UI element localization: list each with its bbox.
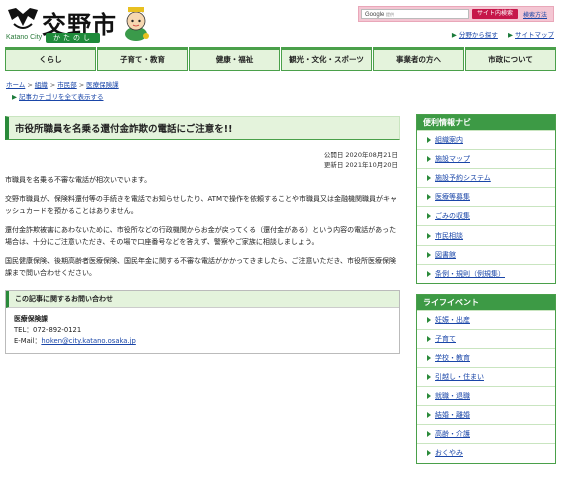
paragraph: 市職員を名乗る不審な電話が相次いでいます。 [5, 176, 152, 184]
sitemap-link[interactable]: サイトマップ [515, 31, 554, 39]
sidebar-item[interactable]: おくやみ [417, 443, 555, 463]
article-dates: 公開日 2020年08月21日 更新日 2021年10月20日 [5, 150, 400, 170]
published-date: 公開日 2020年08月21日 [323, 151, 398, 159]
nav-item-childcare[interactable]: 子育て・教育 [97, 47, 188, 71]
breadcrumb-org[interactable]: 組織 [35, 81, 48, 89]
arrow-icon: ▶ [451, 31, 457, 39]
triangle-bullet-icon [427, 450, 431, 457]
nav-item-health[interactable]: 健康・福祉 [189, 47, 280, 71]
paragraph: 国民健康保険、後期高齢者医療保険、国民年金に関する不審な電話がかかってきましたら… [5, 257, 396, 277]
logo-english: Katano City [6, 34, 43, 41]
nav-item-tourism[interactable]: 観光・文化・スポーツ [281, 47, 372, 71]
article-body: 市職員を名乗る不審な電話が相次いでいます。 交野市職員が、保険料還付等の手続きを… [5, 174, 400, 279]
contact-box: この記事に関するお問い合わせ 医療保険課 TEL：072-892-0121 E-… [5, 290, 400, 354]
triangle-bullet-icon [427, 393, 431, 400]
show-all-categories-link[interactable]: 記事カテゴリを全て表示する [19, 93, 104, 101]
contact-heading: この記事に関するお問い合わせ [6, 291, 399, 308]
life-events: ライフイベント 妊娠・出産 子育て 学校・教育 引越し・住まい 就職・退職 結婚… [416, 293, 556, 464]
breadcrumb-home[interactable]: ホーム [6, 81, 25, 89]
triangle-bullet-icon [427, 270, 431, 277]
sidebar-item[interactable]: 高齢・介護 [417, 424, 555, 444]
contact-email-link[interactable]: hoken@city.katano.osaka.jp [41, 337, 135, 345]
sidebar-item[interactable]: 医療等募集 [417, 187, 555, 207]
city-emblem-icon [8, 8, 38, 29]
triangle-bullet-icon [427, 194, 431, 201]
breadcrumb-dept[interactable]: 市民部 [57, 81, 77, 89]
sidebar-item[interactable]: 引越し・住まい [417, 367, 555, 387]
triangle-bullet-icon [427, 137, 431, 144]
paragraph: 還付金詐欺被害にあわないために、市役所などの行政機関からお金が戻ってくる（還付金… [5, 226, 397, 246]
show-categories: ▶ 記事カテゴリを全て表示する [12, 91, 104, 101]
triangle-bullet-icon [427, 354, 431, 361]
contact-email-label: E-Mail： [14, 337, 42, 345]
search-input[interactable]: Google 提供 [361, 9, 469, 19]
sidebar-item[interactable]: 施設マップ [417, 149, 555, 169]
triangle-bullet-icon [427, 316, 431, 323]
sidebar-item[interactable]: 市民相談 [417, 225, 555, 245]
article: 市役所職員を名乗る還付金詐欺の電話にご注意を!! 公開日 2020年08月21日… [5, 116, 400, 354]
sidebar-item[interactable]: 妊娠・出産 [417, 309, 555, 329]
triangle-bullet-icon [427, 156, 431, 163]
sidebar-item[interactable]: 学校・教育 [417, 347, 555, 368]
convenience-nav-heading: 便利情報ナビ [417, 115, 555, 130]
sidebar-item[interactable]: 施設予約システム [417, 168, 555, 188]
contact-details: 医療保険課 TEL：072-892-0121 E-Mail：hoken@city… [6, 308, 399, 353]
triangle-bullet-icon [427, 374, 431, 381]
browse-by-field-link[interactable]: 分野から探す [459, 31, 498, 39]
sidebar-item[interactable]: 図書館 [417, 244, 555, 264]
triangle-bullet-icon [427, 251, 431, 258]
paragraph: 交野市職員が、保険料還付等の手続きを電話でお知らせしたり、ATMで操作を依頼する… [5, 195, 397, 215]
sidebar-item[interactable]: 子育て [417, 328, 555, 348]
contact-tel: TEL：072-892-0121 [14, 326, 82, 334]
global-nav: くらし 子育て・教育 健康・福祉 観光・文化・スポーツ 事業者の方へ 市政につい… [5, 47, 556, 71]
search-help-link[interactable]: 検索方法 [523, 10, 547, 19]
search-button[interactable]: サイト内検索 [472, 9, 518, 19]
utility-links: ▶ 分野から探す ▶ サイトマップ [444, 29, 554, 39]
triangle-bullet-icon [427, 412, 431, 419]
triangle-bullet-icon [427, 175, 431, 182]
breadcrumb-section[interactable]: 医療保険課 [86, 81, 119, 89]
sidebar: 便利情報ナビ 組織案内 施設マップ 施設予約システム 医療等募集 ごみの収集 市… [416, 114, 556, 474]
sidebar-item[interactable]: 就職・退職 [417, 386, 555, 406]
sidebar-item[interactable]: 条例・規則（例規集） [417, 263, 555, 283]
breadcrumb: ホーム > 組織 > 市民部 > 医療保険課 [6, 81, 119, 89]
site-search: Google 提供 サイト内検索 検索方法 [358, 6, 554, 22]
triangle-bullet-icon [427, 335, 431, 342]
life-events-heading: ライフイベント [417, 294, 555, 310]
sidebar-item[interactable]: 結婚・離婚 [417, 405, 555, 425]
nav-item-cityhall[interactable]: 市政について [465, 47, 556, 71]
triangle-bullet-icon [427, 232, 431, 239]
mascot-character-icon [125, 7, 149, 41]
arrow-icon: ▶ [508, 31, 513, 39]
sidebar-item[interactable]: ごみの収集 [417, 206, 555, 226]
site-header: 交野市 Katano City かたのし Google 提供 サイト内検索 検索… [0, 0, 580, 44]
page-title: 市役所職員を名乗る還付金詐欺の電話にご注意を!! [5, 116, 400, 140]
contact-dept: 医療保険課 [14, 315, 48, 323]
triangle-bullet-icon [427, 431, 431, 438]
arrow-icon: ▶ [12, 93, 17, 101]
convenience-nav: 便利情報ナビ 組織案内 施設マップ 施設予約システム 医療等募集 ごみの収集 市… [416, 114, 556, 284]
nav-item-life[interactable]: くらし [5, 47, 96, 71]
updated-date: 更新日 2021年10月20日 [323, 161, 398, 169]
triangle-bullet-icon [427, 213, 431, 220]
nav-item-business[interactable]: 事業者の方へ [373, 47, 464, 71]
logo-kana: かたのし [46, 33, 100, 43]
sidebar-item[interactable]: 組織案内 [417, 130, 555, 150]
